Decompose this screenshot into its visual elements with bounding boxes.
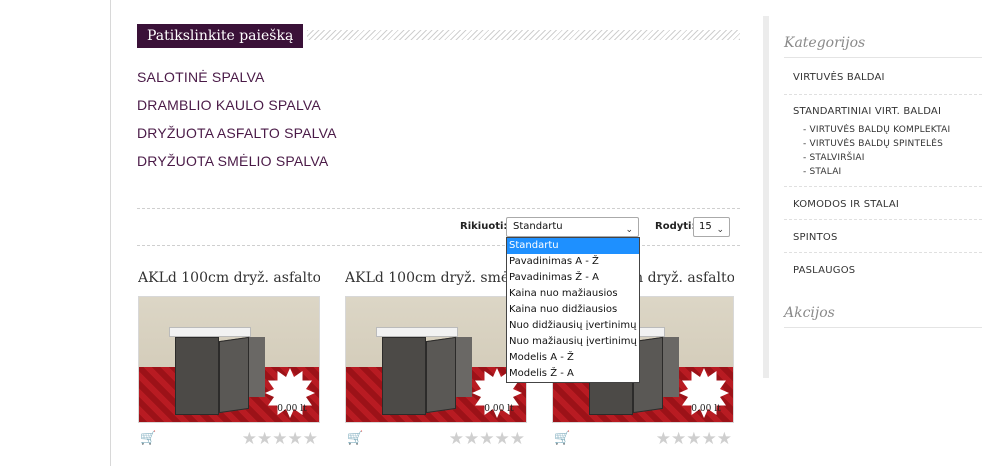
sort-option[interactable]: Modelis A - Ž <box>507 350 639 366</box>
sort-dropdown-list: Standartu Pavadinimas A - Ž Pavadinimas … <box>506 237 640 383</box>
divider <box>784 186 982 187</box>
sort-option[interactable]: Pavadinimas Ž - A <box>507 270 639 286</box>
product-footer: 🛒 ★★★★★ <box>138 429 320 451</box>
filter-link-dryzuota-asfalto[interactable]: DRYŽUOTA ASFALTO SPALVA <box>137 122 337 150</box>
sort-option[interactable]: Modelis Ž - A <box>507 366 639 382</box>
content-right-border <box>763 16 769 378</box>
search-header: Patikslinkite paiešką <box>137 24 740 48</box>
header-hatch <box>307 30 740 40</box>
star-icon[interactable]: ★ <box>303 429 318 449</box>
divider <box>784 252 982 253</box>
per-page-select[interactable]: 15 ⌄ <box>693 217 730 237</box>
star-icon[interactable]: ★ <box>671 429 686 449</box>
show-label: Rodyti: <box>655 221 696 232</box>
sidebar-item-virtuves-baldai[interactable]: VIRTUVĖS BALDAI <box>793 72 885 83</box>
product-footer: 🛒 ★★★★★ <box>345 429 527 451</box>
divider <box>784 94 982 95</box>
star-icon[interactable]: ★ <box>686 429 701 449</box>
star-icon[interactable]: ★ <box>242 429 257 449</box>
cabinet-door <box>219 336 249 414</box>
sidebar-item-standartiniai[interactable]: STANDARTINIAI VIRT. BALDAI <box>793 106 941 117</box>
chevron-down-icon: ⌄ <box>716 225 724 235</box>
cart-icon[interactable]: 🛒 <box>554 431 570 446</box>
per-page-value: 15 <box>699 221 712 232</box>
star-icon[interactable]: ★ <box>717 429 732 449</box>
product-image[interactable]: 0.00 lt <box>345 296 527 423</box>
product-price: 0.00 lt <box>484 404 514 414</box>
sort-option[interactable]: Nuo mažiausių įvertinimų <box>507 334 639 350</box>
star-icon[interactable]: ★ <box>272 429 287 449</box>
sort-select[interactable]: Standartu ⌄ <box>506 217 639 237</box>
rating-stars[interactable]: ★★★★★ <box>449 429 525 449</box>
sidebar-subitem-stalvirsiai[interactable]: - STALVIRŠIAI <box>803 151 865 165</box>
star-icon[interactable]: ★ <box>257 429 272 449</box>
sort-option[interactable]: Kaina nuo mažiausios <box>507 286 639 302</box>
cart-icon[interactable]: 🛒 <box>347 431 363 446</box>
product-price: 0.00 lt <box>691 404 721 414</box>
product-card: AKLd 100cm dryž. smėlio 0.00 lt 🛒 ★★★★★ <box>345 268 527 451</box>
sort-bar: Rikiuoti: Standartu ⌄ Rodyti: 15 ⌄ <box>137 217 740 237</box>
star-icon[interactable]: ★ <box>495 429 510 449</box>
sidebar-subitem-stalai[interactable]: - STALAI <box>803 165 841 179</box>
content-left-border <box>110 0 111 466</box>
sidebar-subitem-spinteles[interactable]: - VIRTUVĖS BALDŲ SPINTELĖS <box>803 137 943 151</box>
filter-link-salotine[interactable]: SALOTINĖ SPALVA <box>137 66 337 94</box>
search-title: Patikslinkite paiešką <box>137 24 304 48</box>
star-icon[interactable]: ★ <box>449 429 464 449</box>
sidebar-subitem-komplektai[interactable]: - VIRTUVĖS BALDŲ KOMPLEKTAI <box>803 123 950 137</box>
cabinet-side <box>249 337 265 397</box>
cabinet-body <box>175 337 219 415</box>
categories-title: Kategorijos <box>784 35 866 51</box>
product-price: 0.00 lt <box>277 404 307 414</box>
sidebar-item-spintos[interactable]: SPINTOS <box>793 232 838 243</box>
sidebar-item-paslaugos[interactable]: PASLAUGOS <box>793 265 855 276</box>
cart-icon[interactable]: 🛒 <box>140 431 156 446</box>
sidebar-item-komodos[interactable]: KOMODOS IR STALAI <box>793 199 899 210</box>
promotions-title: Akcijos <box>784 305 835 321</box>
rating-stars[interactable]: ★★★★★ <box>656 429 732 449</box>
sort-option[interactable]: Pavadinimas A - Ž <box>507 254 639 270</box>
product-name[interactable]: AKLd 100cm dryž. asfalto <box>138 268 320 292</box>
sort-option[interactable]: Kaina nuo didžiausios <box>507 302 639 318</box>
cabinet-side <box>663 337 679 397</box>
filter-link-dryzuota-smelio[interactable]: DRYŽUOTA SMĖLIO SPALVA <box>137 150 337 178</box>
product-card: AKLd 100cm dryž. asfalto 0.00 lt 🛒 ★★★★★ <box>138 268 320 451</box>
product-name[interactable]: AKLd 100cm dryž. smėlio <box>345 268 527 292</box>
star-icon[interactable]: ★ <box>479 429 494 449</box>
sort-label: Rikiuoti: <box>460 221 508 232</box>
divider <box>137 245 740 246</box>
star-icon[interactable]: ★ <box>288 429 303 449</box>
sort-select-value: Standartu <box>513 221 563 232</box>
filter-link-dramblio-kaulo[interactable]: DRAMBLIO KAULO SPALVA <box>137 94 337 122</box>
divider <box>784 219 982 220</box>
cabinet-door <box>426 336 456 414</box>
product-image[interactable]: 0.00 lt <box>138 296 320 423</box>
divider <box>784 327 982 328</box>
star-icon[interactable]: ★ <box>464 429 479 449</box>
color-filter-list: SALOTINĖ SPALVA DRAMBLIO KAULO SPALVA DR… <box>137 66 337 178</box>
star-icon[interactable]: ★ <box>702 429 717 449</box>
divider <box>784 57 982 58</box>
star-icon[interactable]: ★ <box>656 429 671 449</box>
star-icon[interactable]: ★ <box>510 429 525 449</box>
rating-stars[interactable]: ★★★★★ <box>242 429 318 449</box>
divider <box>137 208 740 209</box>
product-footer: 🛒 ★★★★★ <box>552 429 734 451</box>
cabinet-top <box>376 327 458 337</box>
cabinet-side <box>456 337 472 397</box>
sort-option[interactable]: Standartu <box>507 238 639 254</box>
cabinet-top <box>169 327 251 337</box>
sort-option[interactable]: Nuo didžiausių įvertinimų <box>507 318 639 334</box>
cabinet-body <box>382 337 426 415</box>
